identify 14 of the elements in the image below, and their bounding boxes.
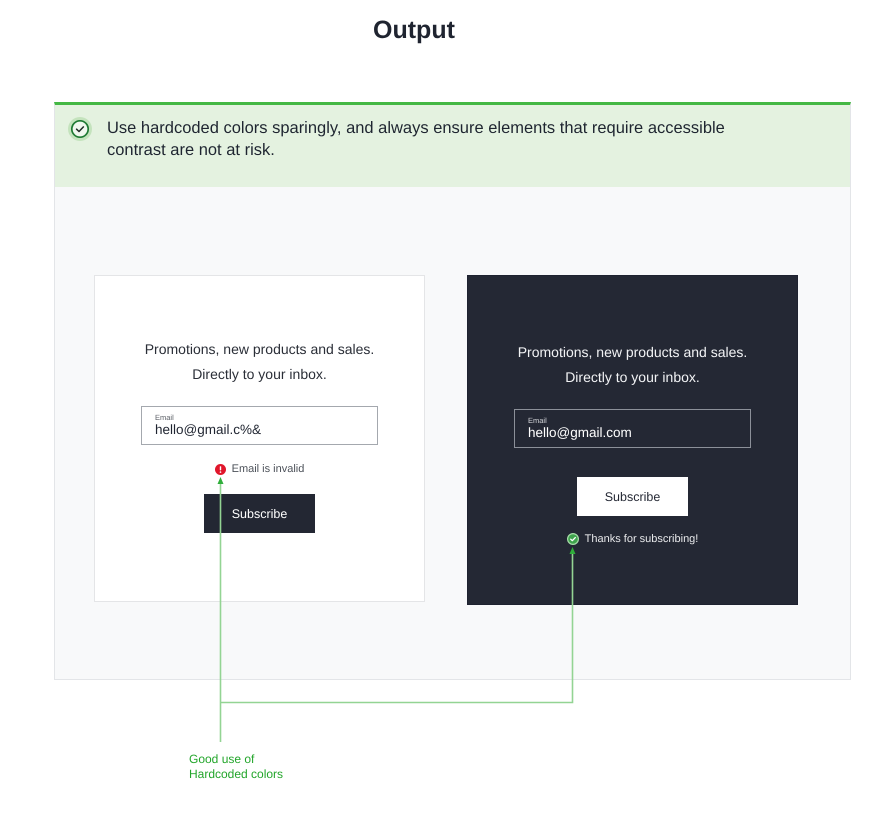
check-circle-icon: [566, 533, 579, 545]
annotation-label: Good use of Hardcoded colors: [189, 752, 284, 782]
check-circle-icon: [68, 117, 92, 141]
subscribe-button[interactable]: Subscribe: [204, 494, 315, 533]
subscribe-button[interactable]: Subscribe: [577, 477, 688, 516]
error-message: Email is invalid: [232, 462, 304, 476]
success-message: Thanks for subscribing!: [584, 532, 698, 546]
card-heading: Directly to your inbox.: [565, 368, 700, 387]
card-heading: Promotions, new products and sales.: [518, 343, 748, 362]
card-heading: Promotions, new products and sales.: [144, 340, 374, 359]
page-title: Output: [373, 15, 455, 46]
banner-text: Use hardcoded colors sparingly, and always ensure elements that require accessible contrast are not at risk.: [107, 118, 726, 161]
card-heading: Directly to your inbox.: [192, 365, 327, 384]
error-icon: [214, 464, 226, 474]
